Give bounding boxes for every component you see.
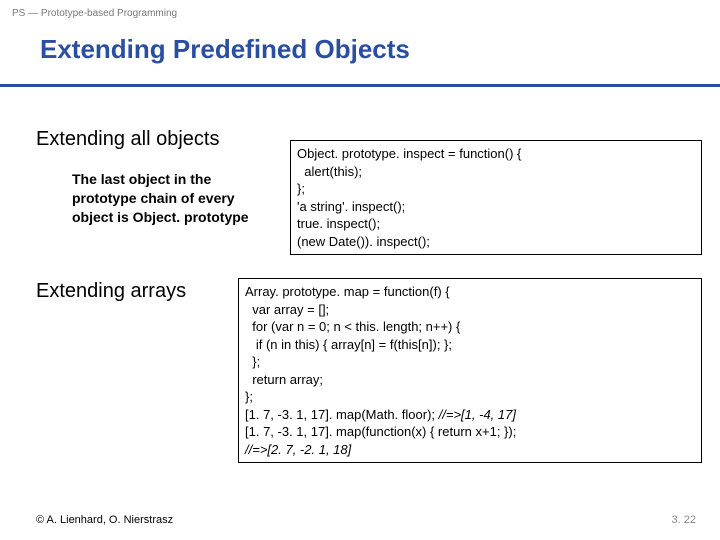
code-box-object-prototype: Object. prototype. inspect = function() … — [290, 140, 702, 255]
code-line: [1. 7, -3. 1, 17]. map(Math. floor); — [245, 407, 439, 422]
code-line: 'a string'. inspect(); — [297, 199, 405, 214]
code-comment: //=>[2. 7, -2. 1, 18] — [245, 442, 351, 457]
code-box-array-prototype: Array. prototype. map = function(f) { va… — [238, 278, 702, 463]
slide: PS — Prototype-based Programming Extendi… — [0, 0, 720, 540]
slide-number: 3. 22 — [672, 514, 696, 526]
code-line: alert(this); — [297, 164, 362, 179]
footer-authors: © A. Lienhard, O. Nierstrasz — [36, 514, 173, 526]
title-underline — [0, 84, 720, 87]
code-line: if (n in this) { array[n] = f(this[n]); … — [245, 337, 452, 352]
code-line: }; — [297, 181, 305, 196]
code-line: }; — [245, 354, 260, 369]
code-comment: //=>[1, -4, 17] — [439, 407, 516, 422]
description-extend-all: The last object in the prototype chain o… — [72, 170, 252, 227]
code-line: [1. 7, -3. 1, 17]. map(function(x) { ret… — [245, 424, 516, 439]
course-header: PS — Prototype-based Programming — [12, 8, 177, 19]
code-line: true. inspect(); — [297, 216, 380, 231]
code-line: var array = []; — [245, 302, 329, 317]
code-line: Object. prototype. inspect = function() … — [297, 146, 521, 161]
slide-title: Extending Predefined Objects — [40, 34, 410, 65]
subheading-extend-all: Extending all objects — [36, 128, 219, 151]
code-line: Array. prototype. map = function(f) { — [245, 284, 450, 299]
code-line: }; — [245, 389, 253, 404]
code-line: return array; — [245, 372, 323, 387]
code-line: (new Date()). inspect(); — [297, 234, 430, 249]
subheading-extend-arrays: Extending arrays — [36, 280, 186, 303]
code-line: for (var n = 0; n < this. length; n++) { — [245, 319, 460, 334]
